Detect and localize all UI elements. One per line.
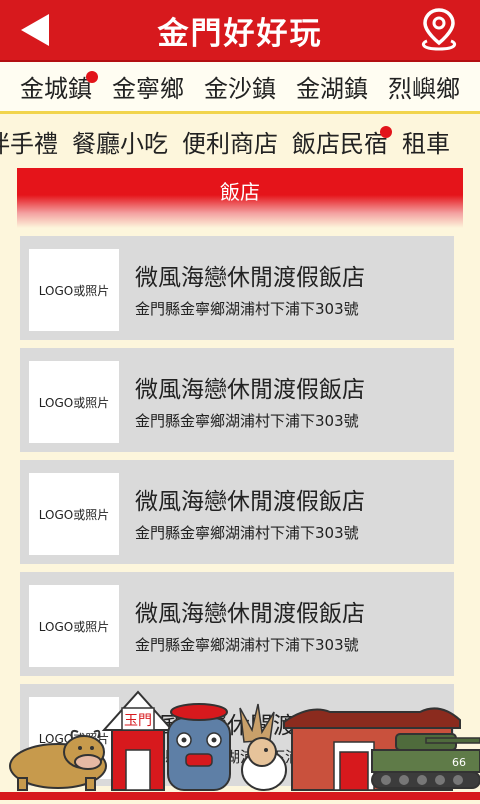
- category-tab-label: 伴手禮: [0, 129, 58, 158]
- location-pin-icon: [421, 8, 457, 51]
- notification-dot: [86, 71, 98, 83]
- category-tab-label: 餐廳小吃: [72, 129, 168, 158]
- town-tab-label: 金城鎮: [20, 75, 92, 103]
- hoopoe-bird-icon: [239, 703, 287, 791]
- listing-card[interactable]: LOGO或照片 微風海戀休閒渡假飯店 金門縣金寧鄉湖浦村下浦下303號: [20, 460, 454, 564]
- listing-name: 微風海戀休閒渡假飯店: [135, 377, 365, 403]
- category-tab[interactable]: 租車: [402, 124, 450, 159]
- section-header: 飯店: [17, 168, 463, 228]
- town-tab-label: 金寧鄉: [112, 75, 184, 103]
- town-tab[interactable]: 金城鎮: [20, 69, 98, 104]
- cow-icon: [9, 729, 107, 791]
- category-tab-label: 租車: [402, 129, 450, 158]
- category-tab[interactable]: 便利商店: [182, 124, 278, 159]
- category-tab-bar: 伴手禮 餐廳小吃 便利商店 飯店民宿 租車: [0, 118, 480, 164]
- bottom-red-strip: [0, 792, 480, 800]
- location-button[interactable]: [416, 6, 462, 54]
- listing-card[interactable]: LOGO或照片 微風海戀休閒渡假飯店 金門縣金寧鄉湖浦村下浦下303號: [20, 348, 454, 452]
- listing-name: 微風海戀休閒渡假飯店: [135, 489, 365, 515]
- town-tab-label: 金沙鎮: [204, 75, 276, 103]
- listing-logo-placeholder: LOGO或照片: [29, 361, 119, 443]
- listing-address: 金門縣金寧鄉湖浦村下浦下303號: [135, 636, 359, 654]
- listing-address: 金門縣金寧鄉湖浦村下浦下303號: [135, 524, 359, 542]
- listing-address: 金門縣金寧鄉湖浦村下浦下303號: [135, 412, 359, 430]
- back-arrow-icon: [21, 14, 49, 46]
- category-tab[interactable]: 伴手禮: [0, 124, 58, 159]
- section-title: 飯店: [220, 180, 260, 204]
- town-tab[interactable]: 金沙鎮: [204, 69, 276, 104]
- category-tab[interactable]: 餐廳小吃: [72, 124, 168, 159]
- town-tab-label: 烈嶼鄉: [388, 75, 460, 103]
- listing-logo-placeholder: LOGO或照片: [29, 585, 119, 667]
- category-tab-label: 便利商店: [182, 129, 278, 158]
- town-tab[interactable]: 金寧鄉: [112, 69, 184, 104]
- notification-dot: [380, 125, 392, 138]
- app-header: 金門好好玩: [0, 0, 480, 60]
- listing-card[interactable]: LOGO或照片 微風海戀休閒渡假飯店 金門縣金寧鄉湖浦村下浦下303號: [20, 572, 454, 676]
- town-tab-label: 金湖鎮: [296, 75, 368, 103]
- listing-name: 微風海戀休閒渡假飯店: [135, 265, 365, 291]
- listing-address: 金門縣金寧鄉湖浦村下浦下303號: [135, 300, 359, 318]
- listing-logo-placeholder: LOGO或照片: [29, 249, 119, 331]
- back-button[interactable]: [14, 8, 58, 52]
- page-title: 金門好好玩: [157, 15, 323, 52]
- town-tab-bar: 金城鎮 金寧鄉 金沙鎮 金湖鎮 烈嶼鄉: [0, 62, 480, 114]
- town-tab[interactable]: 烈嶼鄉: [388, 69, 460, 104]
- illustration-svg: 玉門 66: [0, 690, 480, 800]
- gate-tower-icon: 玉門: [101, 690, 175, 791]
- town-tab[interactable]: 金湖鎮: [296, 69, 368, 104]
- category-tab-active[interactable]: 飯店民宿: [292, 124, 392, 159]
- gate-sign-text: 玉門: [124, 713, 152, 729]
- listing-logo-placeholder: LOGO或照片: [29, 473, 119, 555]
- wind-lion-god-icon: [167, 703, 231, 791]
- category-tab-label: 飯店民宿: [292, 129, 388, 158]
- tank-number: 66: [452, 756, 466, 769]
- kinmen-illustration: 玉門 66: [0, 690, 480, 800]
- listing-card[interactable]: LOGO或照片 微風海戀休閒渡假飯店 金門縣金寧鄉湖浦村下浦下303號: [20, 236, 454, 340]
- listing-name: 微風海戀休閒渡假飯店: [135, 601, 365, 627]
